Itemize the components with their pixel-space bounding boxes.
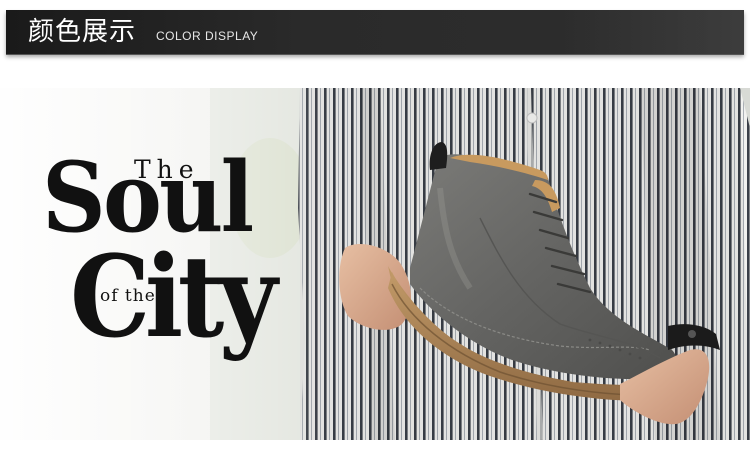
section-title-cn: 颜色展示 xyxy=(28,17,137,47)
product-banner: Soul The City of the xyxy=(0,88,750,440)
slogan-the: The xyxy=(134,155,200,184)
section-title-en: COLOR DISPLAY xyxy=(156,29,259,43)
slogan-of-the: of the xyxy=(100,286,156,306)
section-header: 颜色展示 COLOR DISPLAY xyxy=(6,10,744,54)
slogan: Soul The City of the xyxy=(0,88,320,440)
header-glow xyxy=(564,10,744,54)
